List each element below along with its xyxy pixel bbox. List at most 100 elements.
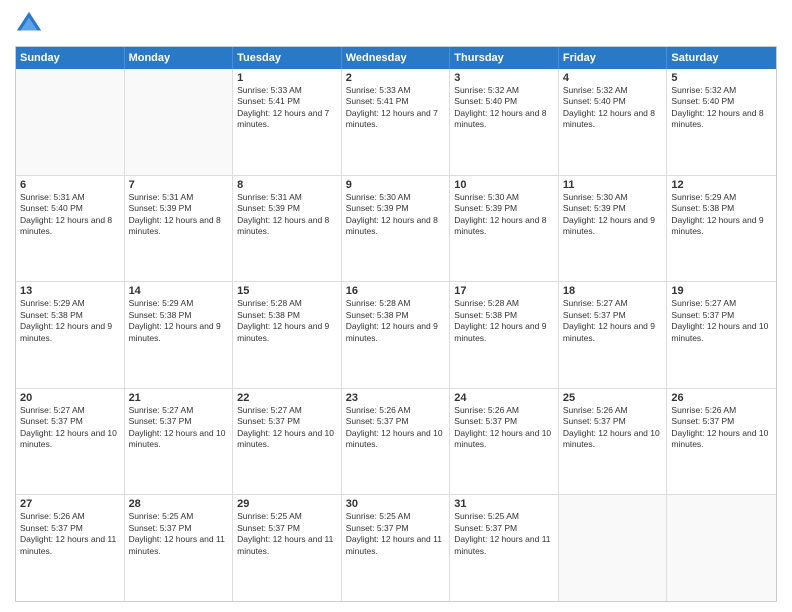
cell-info: Sunrise: 5:25 AM Sunset: 5:37 PM Dayligh… bbox=[454, 511, 554, 557]
calendar-cell: 20Sunrise: 5:27 AM Sunset: 5:37 PM Dayli… bbox=[16, 389, 125, 495]
calendar-row: 6Sunrise: 5:31 AM Sunset: 5:40 PM Daylig… bbox=[16, 176, 776, 283]
cell-info: Sunrise: 5:27 AM Sunset: 5:37 PM Dayligh… bbox=[671, 298, 772, 344]
day-number: 2 bbox=[346, 72, 446, 84]
calendar-cell: 23Sunrise: 5:26 AM Sunset: 5:37 PM Dayli… bbox=[342, 389, 451, 495]
calendar-cell: 10Sunrise: 5:30 AM Sunset: 5:39 PM Dayli… bbox=[450, 176, 559, 282]
day-number: 13 bbox=[20, 285, 120, 297]
day-number: 15 bbox=[237, 285, 337, 297]
cell-info: Sunrise: 5:32 AM Sunset: 5:40 PM Dayligh… bbox=[563, 85, 663, 131]
cell-info: Sunrise: 5:33 AM Sunset: 5:41 PM Dayligh… bbox=[237, 85, 337, 131]
calendar-weekday-header: Friday bbox=[559, 47, 668, 69]
calendar-cell bbox=[559, 495, 668, 601]
calendar-cell: 21Sunrise: 5:27 AM Sunset: 5:37 PM Dayli… bbox=[125, 389, 234, 495]
cell-info: Sunrise: 5:26 AM Sunset: 5:37 PM Dayligh… bbox=[20, 511, 120, 557]
day-number: 17 bbox=[454, 285, 554, 297]
calendar-weekday-header: Thursday bbox=[450, 47, 559, 69]
calendar-row: 13Sunrise: 5:29 AM Sunset: 5:38 PM Dayli… bbox=[16, 282, 776, 389]
logo-icon bbox=[15, 10, 43, 38]
cell-info: Sunrise: 5:31 AM Sunset: 5:39 PM Dayligh… bbox=[237, 192, 337, 238]
calendar-cell: 1Sunrise: 5:33 AM Sunset: 5:41 PM Daylig… bbox=[233, 69, 342, 175]
cell-info: Sunrise: 5:25 AM Sunset: 5:37 PM Dayligh… bbox=[346, 511, 446, 557]
cell-info: Sunrise: 5:28 AM Sunset: 5:38 PM Dayligh… bbox=[237, 298, 337, 344]
day-number: 30 bbox=[346, 498, 446, 510]
calendar-cell: 4Sunrise: 5:32 AM Sunset: 5:40 PM Daylig… bbox=[559, 69, 668, 175]
calendar-weekday-header: Wednesday bbox=[342, 47, 451, 69]
day-number: 31 bbox=[454, 498, 554, 510]
calendar-weekday-header: Monday bbox=[125, 47, 234, 69]
calendar-body: 1Sunrise: 5:33 AM Sunset: 5:41 PM Daylig… bbox=[16, 69, 776, 601]
day-number: 21 bbox=[129, 392, 229, 404]
day-number: 1 bbox=[237, 72, 337, 84]
cell-info: Sunrise: 5:30 AM Sunset: 5:39 PM Dayligh… bbox=[346, 192, 446, 238]
day-number: 10 bbox=[454, 179, 554, 191]
cell-info: Sunrise: 5:30 AM Sunset: 5:39 PM Dayligh… bbox=[563, 192, 663, 238]
day-number: 24 bbox=[454, 392, 554, 404]
logo bbox=[15, 10, 47, 38]
calendar-cell: 26Sunrise: 5:26 AM Sunset: 5:37 PM Dayli… bbox=[667, 389, 776, 495]
calendar-cell: 15Sunrise: 5:28 AM Sunset: 5:38 PM Dayli… bbox=[233, 282, 342, 388]
day-number: 11 bbox=[563, 179, 663, 191]
calendar-cell bbox=[16, 69, 125, 175]
calendar-cell: 7Sunrise: 5:31 AM Sunset: 5:39 PM Daylig… bbox=[125, 176, 234, 282]
cell-info: Sunrise: 5:28 AM Sunset: 5:38 PM Dayligh… bbox=[454, 298, 554, 344]
cell-info: Sunrise: 5:31 AM Sunset: 5:39 PM Dayligh… bbox=[129, 192, 229, 238]
calendar-header: SundayMondayTuesdayWednesdayThursdayFrid… bbox=[16, 47, 776, 69]
cell-info: Sunrise: 5:32 AM Sunset: 5:40 PM Dayligh… bbox=[454, 85, 554, 131]
cell-info: Sunrise: 5:28 AM Sunset: 5:38 PM Dayligh… bbox=[346, 298, 446, 344]
day-number: 7 bbox=[129, 179, 229, 191]
day-number: 3 bbox=[454, 72, 554, 84]
calendar-cell: 14Sunrise: 5:29 AM Sunset: 5:38 PM Dayli… bbox=[125, 282, 234, 388]
calendar: SundayMondayTuesdayWednesdayThursdayFrid… bbox=[15, 46, 777, 602]
calendar-row: 1Sunrise: 5:33 AM Sunset: 5:41 PM Daylig… bbox=[16, 69, 776, 176]
day-number: 4 bbox=[563, 72, 663, 84]
cell-info: Sunrise: 5:26 AM Sunset: 5:37 PM Dayligh… bbox=[563, 405, 663, 451]
calendar-cell: 3Sunrise: 5:32 AM Sunset: 5:40 PM Daylig… bbox=[450, 69, 559, 175]
calendar-cell: 19Sunrise: 5:27 AM Sunset: 5:37 PM Dayli… bbox=[667, 282, 776, 388]
calendar-cell bbox=[125, 69, 234, 175]
day-number: 9 bbox=[346, 179, 446, 191]
calendar-cell: 24Sunrise: 5:26 AM Sunset: 5:37 PM Dayli… bbox=[450, 389, 559, 495]
calendar-weekday-header: Saturday bbox=[667, 47, 776, 69]
calendar-cell: 28Sunrise: 5:25 AM Sunset: 5:37 PM Dayli… bbox=[125, 495, 234, 601]
calendar-cell: 27Sunrise: 5:26 AM Sunset: 5:37 PM Dayli… bbox=[16, 495, 125, 601]
calendar-cell: 2Sunrise: 5:33 AM Sunset: 5:41 PM Daylig… bbox=[342, 69, 451, 175]
cell-info: Sunrise: 5:25 AM Sunset: 5:37 PM Dayligh… bbox=[237, 511, 337, 557]
day-number: 16 bbox=[346, 285, 446, 297]
calendar-weekday-header: Tuesday bbox=[233, 47, 342, 69]
calendar-cell: 18Sunrise: 5:27 AM Sunset: 5:37 PM Dayli… bbox=[559, 282, 668, 388]
day-number: 26 bbox=[671, 392, 772, 404]
cell-info: Sunrise: 5:27 AM Sunset: 5:37 PM Dayligh… bbox=[20, 405, 120, 451]
calendar-cell: 29Sunrise: 5:25 AM Sunset: 5:37 PM Dayli… bbox=[233, 495, 342, 601]
calendar-weekday-header: Sunday bbox=[16, 47, 125, 69]
day-number: 28 bbox=[129, 498, 229, 510]
cell-info: Sunrise: 5:29 AM Sunset: 5:38 PM Dayligh… bbox=[671, 192, 772, 238]
cell-info: Sunrise: 5:31 AM Sunset: 5:40 PM Dayligh… bbox=[20, 192, 120, 238]
day-number: 14 bbox=[129, 285, 229, 297]
cell-info: Sunrise: 5:29 AM Sunset: 5:38 PM Dayligh… bbox=[129, 298, 229, 344]
calendar-cell: 11Sunrise: 5:30 AM Sunset: 5:39 PM Dayli… bbox=[559, 176, 668, 282]
calendar-cell: 30Sunrise: 5:25 AM Sunset: 5:37 PM Dayli… bbox=[342, 495, 451, 601]
day-number: 8 bbox=[237, 179, 337, 191]
calendar-cell: 9Sunrise: 5:30 AM Sunset: 5:39 PM Daylig… bbox=[342, 176, 451, 282]
day-number: 25 bbox=[563, 392, 663, 404]
calendar-cell: 6Sunrise: 5:31 AM Sunset: 5:40 PM Daylig… bbox=[16, 176, 125, 282]
calendar-cell: 5Sunrise: 5:32 AM Sunset: 5:40 PM Daylig… bbox=[667, 69, 776, 175]
calendar-row: 20Sunrise: 5:27 AM Sunset: 5:37 PM Dayli… bbox=[16, 389, 776, 496]
cell-info: Sunrise: 5:27 AM Sunset: 5:37 PM Dayligh… bbox=[129, 405, 229, 451]
calendar-cell: 12Sunrise: 5:29 AM Sunset: 5:38 PM Dayli… bbox=[667, 176, 776, 282]
cell-info: Sunrise: 5:32 AM Sunset: 5:40 PM Dayligh… bbox=[671, 85, 772, 131]
cell-info: Sunrise: 5:26 AM Sunset: 5:37 PM Dayligh… bbox=[346, 405, 446, 451]
calendar-cell: 22Sunrise: 5:27 AM Sunset: 5:37 PM Dayli… bbox=[233, 389, 342, 495]
calendar-cell: 25Sunrise: 5:26 AM Sunset: 5:37 PM Dayli… bbox=[559, 389, 668, 495]
cell-info: Sunrise: 5:26 AM Sunset: 5:37 PM Dayligh… bbox=[671, 405, 772, 451]
day-number: 18 bbox=[563, 285, 663, 297]
day-number: 5 bbox=[671, 72, 772, 84]
day-number: 19 bbox=[671, 285, 772, 297]
calendar-cell: 17Sunrise: 5:28 AM Sunset: 5:38 PM Dayli… bbox=[450, 282, 559, 388]
cell-info: Sunrise: 5:27 AM Sunset: 5:37 PM Dayligh… bbox=[237, 405, 337, 451]
day-number: 6 bbox=[20, 179, 120, 191]
day-number: 20 bbox=[20, 392, 120, 404]
cell-info: Sunrise: 5:27 AM Sunset: 5:37 PM Dayligh… bbox=[563, 298, 663, 344]
cell-info: Sunrise: 5:29 AM Sunset: 5:38 PM Dayligh… bbox=[20, 298, 120, 344]
calendar-row: 27Sunrise: 5:26 AM Sunset: 5:37 PM Dayli… bbox=[16, 495, 776, 601]
